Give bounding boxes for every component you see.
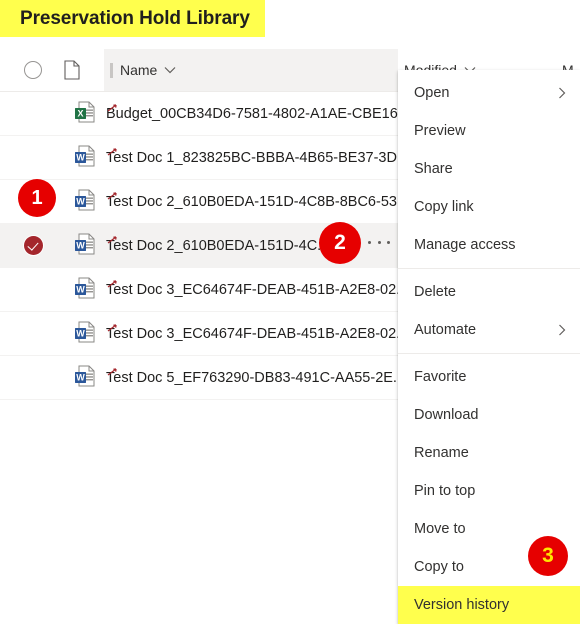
excel-file-icon: X — [74, 100, 96, 127]
page-title-highlight: Preservation Hold Library — [0, 0, 265, 37]
file-type-icon-cell: W — [68, 320, 102, 347]
menu-item-label: Delete — [414, 284, 456, 300]
menu-item-favorite[interactable]: Favorite — [398, 358, 580, 396]
menu-item-label: Rename — [414, 445, 469, 461]
menu-item-label: Pin to top — [414, 483, 476, 499]
checkmark-icon — [24, 236, 43, 255]
menu-item-preview[interactable]: Preview — [398, 112, 580, 150]
ellipsis-dot — [387, 240, 390, 244]
column-resize-grip[interactable] — [110, 62, 113, 78]
annotation-badge-1: 1 — [18, 179, 56, 217]
svg-text:W: W — [76, 285, 85, 295]
file-type-icon-cell: W — [68, 144, 102, 171]
word-file-icon: W — [74, 364, 96, 391]
annotation-badge-3: 3 — [528, 536, 568, 576]
menu-item-rename[interactable]: Rename — [398, 434, 580, 472]
menu-item-label: Copy link — [414, 199, 474, 215]
svg-text:W: W — [76, 153, 85, 163]
circle-icon — [24, 61, 42, 79]
menu-item-pin-to-top[interactable]: Pin to top — [398, 472, 580, 510]
file-type-icon-cell: W — [68, 276, 102, 303]
menu-separator — [398, 353, 580, 354]
menu-item-download[interactable]: Download — [398, 396, 580, 434]
column-header-filetype[interactable] — [64, 49, 104, 91]
file-type-icon-cell: X — [68, 100, 102, 127]
menu-item-label: Version history — [414, 597, 510, 613]
word-file-icon: W — [74, 320, 96, 347]
svg-text:W: W — [76, 241, 85, 251]
row-select-checkbox[interactable] — [24, 236, 64, 255]
select-all-checkbox[interactable] — [24, 49, 64, 91]
file-name-label: Test Doc 1_823825BC-BBBA-4B65-BE37-3D... — [106, 149, 410, 166]
menu-item-label: Download — [414, 407, 479, 423]
svg-text:W: W — [76, 329, 85, 339]
file-type-icon-cell: W — [68, 232, 102, 259]
file-type-icon-cell: W — [68, 188, 102, 215]
annotation-badge-2: 2 — [319, 222, 361, 264]
menu-item-version-history[interactable]: Version history — [398, 586, 580, 624]
word-file-icon: W — [74, 276, 96, 303]
menu-item-label: Automate — [414, 322, 477, 338]
menu-item-copy-link[interactable]: Copy link — [398, 188, 580, 226]
menu-item-label: Move to — [414, 521, 466, 537]
menu-item-label: Open — [414, 85, 450, 101]
menu-item-automate[interactable]: Automate — [398, 311, 580, 349]
menu-item-label: Manage access — [414, 237, 516, 253]
row-more-actions-button[interactable] — [368, 234, 390, 250]
column-header-name[interactable]: Name — [104, 49, 398, 91]
ellipsis-dot — [377, 240, 381, 244]
menu-item-manage-access[interactable]: Manage access — [398, 226, 580, 264]
document-icon — [64, 60, 80, 80]
svg-text:W: W — [76, 373, 85, 383]
menu-item-share[interactable]: Share — [398, 150, 580, 188]
chevron-right-icon — [558, 324, 566, 336]
chevron-right-icon — [558, 87, 566, 99]
file-name-label: Test Doc 2_610B0EDA-151D-4C... — [106, 237, 330, 254]
menu-item-label: Favorite — [414, 369, 467, 385]
word-file-icon: W — [74, 188, 96, 215]
file-name-label: Test Doc 2_610B0EDA-151D-4C8B-8BC6-53... — [106, 193, 410, 210]
menu-item-label: Preview — [414, 123, 466, 139]
file-name-label: Budget_00CB34D6-7581-4802-A1AE-CBE16... — [106, 105, 410, 122]
menu-item-label: Share — [414, 161, 453, 177]
file-name-label: Test Doc 3_EC64674F-DEAB-451B-A2E8-02... — [106, 281, 409, 298]
column-header-name-label: Name — [120, 62, 158, 78]
menu-item-delete[interactable]: Delete — [398, 273, 580, 311]
file-type-icon-cell: W — [68, 364, 102, 391]
chevron-down-icon[interactable] — [164, 66, 176, 74]
word-file-icon: W — [74, 144, 96, 171]
svg-text:X: X — [77, 109, 83, 119]
ellipsis-dot — [368, 240, 371, 244]
file-name-label: Test Doc 5_EF763290-DB83-491C-AA55-2E... — [106, 369, 406, 386]
word-file-icon: W — [74, 232, 96, 259]
menu-item-open[interactable]: Open — [398, 74, 580, 112]
file-name-label: Test Doc 3_EC64674F-DEAB-451B-A2E8-02... — [106, 325, 409, 342]
menu-item-label: Copy to — [414, 559, 464, 575]
menu-separator — [398, 268, 580, 269]
page-title: Preservation Hold Library — [20, 7, 250, 29]
svg-text:W: W — [76, 197, 85, 207]
